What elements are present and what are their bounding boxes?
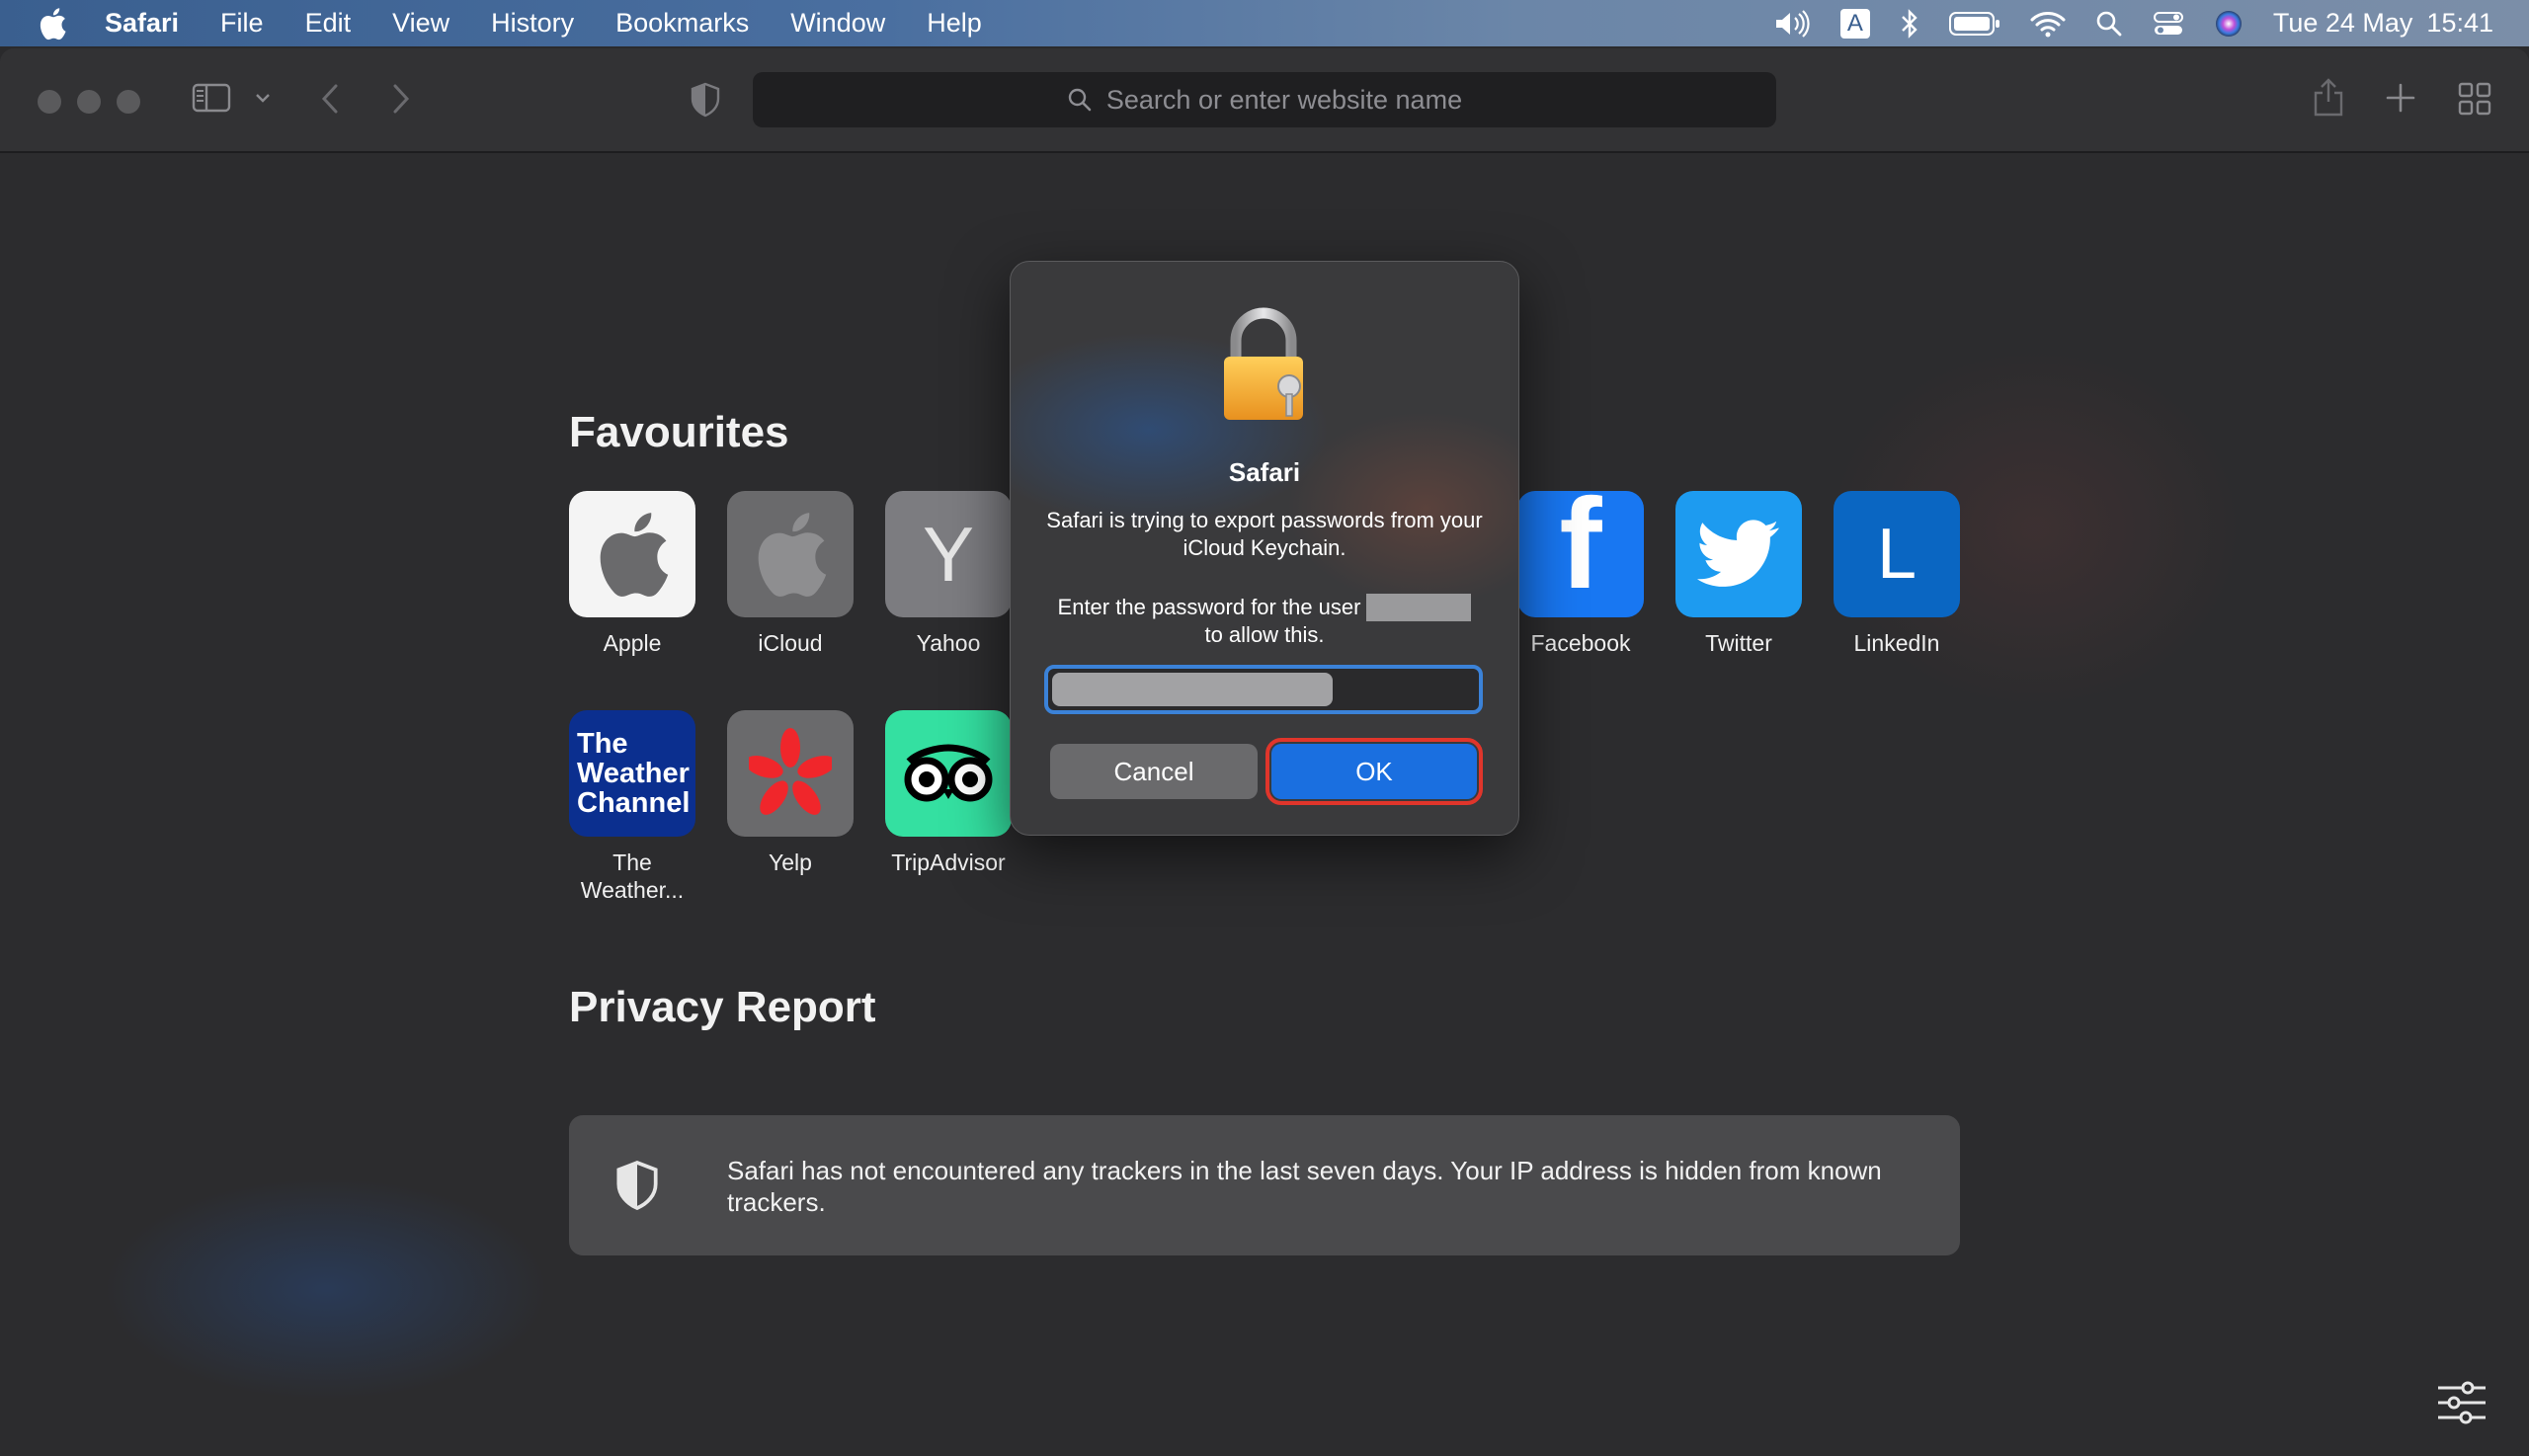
password-field[interactable] [1044,665,1483,714]
weather-channel-logo: The Weather Channel [569,710,695,837]
dialog-prompt: Enter the password for the user to allow… [1040,594,1489,649]
favourite-yelp[interactable]: Yelp [711,710,869,876]
facebook-logo-icon: f [1517,491,1644,617]
chevron-down-icon[interactable] [253,90,273,111]
browser-toolbar: Search or enter website name [0,48,2529,153]
privacy-report-text: Safari has not encountered any trackers … [727,1156,1882,1217]
battery-icon[interactable] [1948,11,2000,37]
favourite-label: Facebook [1530,630,1631,656]
address-bar[interactable]: Search or enter website name [753,72,1776,127]
twitter-bird-icon [1675,491,1802,617]
favourite-label: TripAdvisor [891,849,1006,875]
password-redacted-value [1052,673,1333,706]
favourite-label: Apple [603,630,662,656]
dialog-message: Safari is trying to export passwords fro… [1046,508,1483,560]
favourites-title: Favourites [569,408,789,456]
yelp-burst-icon [727,710,854,837]
favourite-icloud[interactable]: iCloud [711,491,869,657]
favourite-yahoo[interactable]: Y Yahoo [869,491,1027,657]
tab-overview-icon[interactable] [2458,82,2491,121]
tripadvisor-owl-icon [885,710,1012,837]
lock-icon [1214,307,1313,429]
yahoo-letter-tile: Y [885,491,1012,617]
favourite-facebook[interactable]: f Facebook [1502,491,1660,657]
dialog-prompt-suffix: to allow this. [1204,622,1325,647]
apple-menu-icon[interactable] [38,7,67,40]
menu-window[interactable]: Window [790,8,885,39]
share-icon[interactable] [2312,76,2345,122]
favourite-label: Yelp [769,849,812,875]
volume-icon[interactable] [1773,9,1811,38]
wifi-icon[interactable] [2030,10,2066,38]
status-menu-area: A Tue 24 May 15:41 [1744,0,2493,46]
customize-start-page-icon[interactable] [2436,1380,2488,1430]
weather-logo-line: The [577,728,628,760]
menu-clock[interactable]: Tue 24 May 15:41 [2273,8,2493,39]
favourite-label: The Weather... [553,849,711,904]
weather-logo-line: Channel [577,787,691,819]
privacy-shield-icon [614,1159,660,1217]
siri-icon[interactable] [2214,9,2243,39]
cancel-button[interactable]: Cancel [1050,744,1258,799]
close-window-button[interactable] [38,90,61,114]
window-controls [38,90,156,114]
favourite-tripadvisor[interactable]: TripAdvisor [869,710,1027,876]
sidebar-toggle-icon[interactable] [192,82,231,119]
forward-arrow-icon[interactable] [387,82,413,121]
dialog-prompt-prefix: Enter the password for the user [1057,595,1361,619]
favourite-weather-channel[interactable]: The Weather Channel The Weather... [553,710,711,904]
privacy-report-card[interactable]: Safari has not encountered any trackers … [569,1115,1960,1255]
favourite-apple[interactable]: Apple [553,491,711,657]
apple-logo-icon [727,491,854,617]
spotlight-search-icon[interactable] [2095,10,2123,38]
privacy-report-title: Privacy Report [569,983,876,1031]
weather-logo-line: Weather [577,758,690,789]
control-center-icon[interactable] [2153,10,2184,38]
minimize-window-button[interactable] [77,90,101,114]
ok-button[interactable]: OK [1265,738,1483,805]
back-arrow-icon[interactable] [318,82,344,121]
menu-app-name[interactable]: Safari [105,8,179,39]
favourite-linkedin[interactable]: L LinkedIn [1818,491,1976,657]
bluetooth-icon[interactable] [1900,8,1919,39]
favourite-label-line: Weather... [580,877,685,903]
search-icon [1068,88,1092,112]
clock-date: Tue 24 May [2272,8,2413,38]
redacted-username [1366,594,1472,621]
menu-help[interactable]: Help [927,8,982,39]
zoom-window-button[interactable] [117,90,140,114]
clock-time: 15:41 [2426,8,2493,38]
favourite-label: Yahoo [916,630,981,656]
menu-edit[interactable]: Edit [305,8,352,39]
favourite-label: LinkedIn [1853,630,1940,656]
privacy-shield-icon[interactable] [690,82,721,122]
menu-history[interactable]: History [491,8,574,39]
favourite-label-line: The [612,849,652,875]
linkedin-letter-tile: L [1834,491,1960,617]
favourite-label: Twitter [1705,630,1772,656]
address-placeholder: Search or enter website name [1105,84,1463,115]
menu-bookmarks[interactable]: Bookmarks [615,8,749,39]
input-source-icon[interactable]: A [1839,8,1870,39]
menu-bar: Safari File Edit View History Bookmarks … [0,0,2529,46]
input-source-label: A [1839,8,1870,39]
dialog-title: Safari [1228,457,1301,487]
menu-view[interactable]: View [392,8,449,39]
favourite-twitter[interactable]: Twitter [1660,491,1818,657]
apple-logo-icon [569,491,695,617]
favourite-label: iCloud [758,630,823,656]
menu-file[interactable]: File [220,8,264,39]
new-tab-plus-icon[interactable] [2385,82,2416,119]
password-export-dialog: Safari Safari is trying to export passwo… [1010,261,1519,836]
